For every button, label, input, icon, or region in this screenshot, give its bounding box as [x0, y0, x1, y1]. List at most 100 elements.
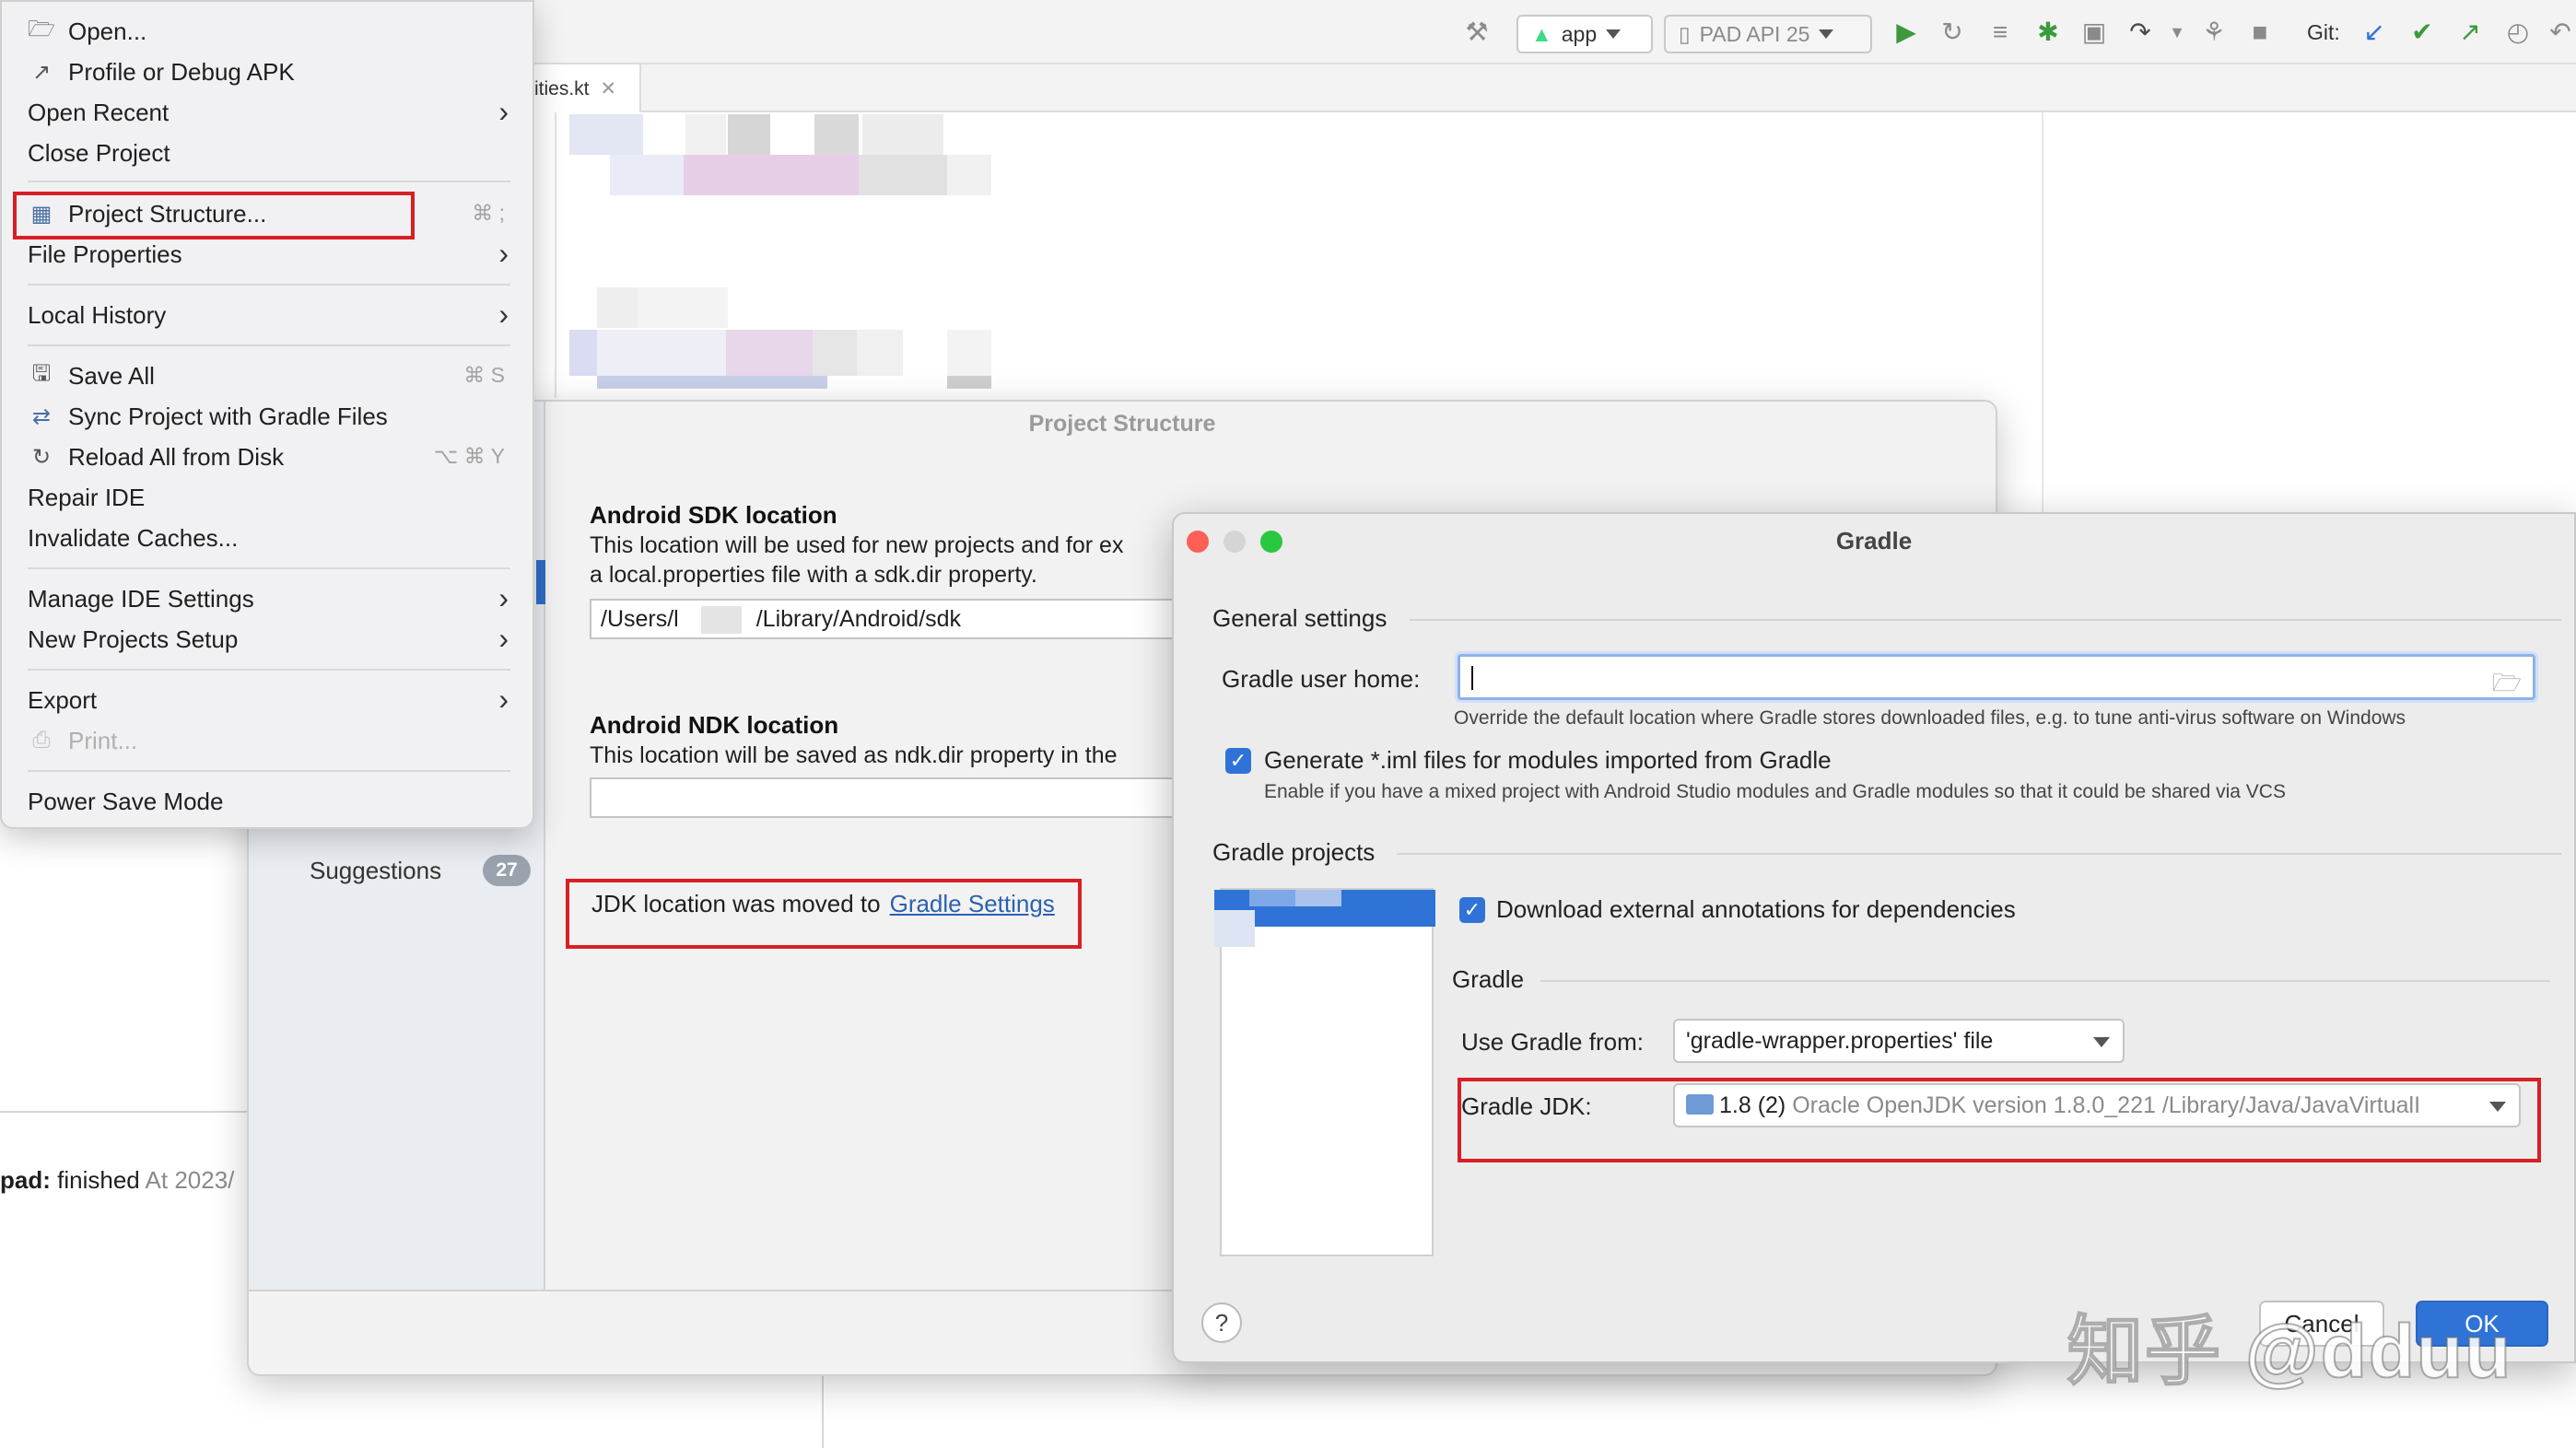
sdk-path-suffix: /Library/Android/sdk [755, 606, 962, 632]
text-cursor [1471, 666, 1473, 690]
git-rollback-icon[interactable]: ↶ [2545, 17, 2576, 48]
section-divider [1410, 619, 2561, 621]
menu-item-save-all[interactable]: 🖫 Save All ⌘ S [2, 356, 536, 396]
apply-changes-icon[interactable]: ↻ [1937, 17, 1968, 48]
gradle-user-home-hint: Override the default location where Grad… [1454, 707, 2406, 729]
menu-item-new-projects-setup[interactable]: New Projects Setup › [2, 619, 536, 660]
sidebar-item-suggestions[interactable]: Suggestions [310, 857, 441, 885]
run-panel-divider [0, 1111, 247, 1113]
generate-iml-hint: Enable if you have a mixed project with … [1264, 781, 2286, 802]
menu-item-close-project[interactable]: Close Project [2, 133, 536, 173]
apply-code-changes-icon[interactable]: ≡ [1985, 17, 2016, 48]
help-button[interactable]: ? [1201, 1302, 1242, 1343]
sidebar-selection-indicator [536, 560, 545, 604]
shortcut-label: ⌘ S [463, 363, 505, 387]
stop-icon[interactable]: ■ [2244, 17, 2276, 48]
folder-icon: 🗁 [28, 16, 55, 41]
chevron-right-icon: › [498, 622, 509, 655]
chevron-down-icon [1606, 29, 1622, 39]
chevron-right-icon: › [498, 581, 509, 614]
close-icon[interactable]: ✕ [601, 78, 617, 99]
run-config-label: app [1561, 21, 1598, 46]
highlight-box-gradle-settings [566, 879, 1082, 949]
menu-separator [28, 181, 510, 182]
file-menu: 🗁 Open... ↗ Profile or Debug APK Open Rece… [0, 0, 534, 829]
menu-separator [28, 284, 510, 286]
build-state-label: finished [57, 1166, 140, 1194]
tool-window-divider [822, 1374, 824, 1448]
generate-iml-checkbox[interactable]: ✓ [1225, 748, 1251, 774]
profile-icon: ↗ [31, 59, 52, 85]
menu-separator [28, 669, 510, 671]
hammer-build-icon[interactable]: ⚒ [1461, 17, 1493, 48]
chevron-right-icon: › [498, 95, 509, 128]
folder-icon[interactable]: 🗁 [2492, 666, 2522, 706]
generate-iml-label: Generate *.iml files for modules importe… [1264, 746, 1832, 774]
git-history-icon[interactable]: ◴ [2502, 17, 2534, 48]
redacted-username [700, 606, 742, 635]
device-select[interactable]: ▯ PAD API 25 [1664, 15, 1872, 53]
menu-item-invalidate-caches[interactable]: Invalidate Caches... [2, 518, 536, 558]
gradle-section-heading: Gradle [1452, 965, 1525, 993]
sdk-location-heading: Android SDK location [590, 501, 837, 529]
device-label: PAD API 25 [1699, 21, 1810, 46]
section-divider [1540, 980, 2550, 982]
gradle-user-home-label: Gradle user home: [1222, 665, 1421, 693]
use-gradle-from-select[interactable]: 'gradle-wrapper.properties' file [1673, 1019, 2125, 1063]
git-commit-icon[interactable]: ✔ [2406, 17, 2438, 48]
sdk-location-description: This location will be used for new proje… [590, 532, 1124, 558]
run-with-coverage-icon[interactable]: ↷ [2125, 17, 2156, 48]
menu-separator [28, 344, 510, 346]
sdk-location-description-2: a local.properties file with a sdk.dir p… [590, 562, 1037, 588]
menu-item-repair-ide[interactable]: Repair IDE [2, 477, 536, 518]
menu-item-file-properties[interactable]: File Properties › [2, 234, 536, 274]
profile-icon[interactable]: ▣ [2078, 17, 2110, 48]
attach-debugger-icon[interactable]: ⚘ [2198, 17, 2230, 48]
editor-right-margin-guide [2042, 112, 2043, 527]
menu-item-power-save-mode[interactable]: Power Save Mode [2, 781, 536, 822]
gradle-user-home-input[interactable]: 🗁 [1458, 654, 2535, 700]
device-icon: ▯ [1679, 21, 1691, 46]
gradle-projects-heading: Gradle projects [1212, 838, 1376, 866]
editor-tab[interactable]: ities.kt ✕ [534, 64, 641, 112]
section-divider [1397, 853, 2561, 855]
shortcut-label: ⌥ ⌘ Y [433, 444, 505, 468]
build-task-label: pad: [0, 1166, 51, 1194]
chevron-down-icon[interactable]: ▼ [2161, 17, 2193, 48]
menu-item-open-recent[interactable]: Open Recent › [2, 92, 536, 133]
menu-item-open[interactable]: 🗁 Open... [2, 11, 536, 52]
shortcut-label: ⌘ ; [472, 201, 505, 225]
menu-item-export[interactable]: Export › [2, 680, 536, 720]
editor-gutter [555, 112, 556, 398]
git-push-icon[interactable]: ↗ [2454, 17, 2486, 48]
android-icon: ▲ [1531, 21, 1552, 46]
ndk-location-heading: Android NDK location [590, 711, 839, 739]
chevron-right-icon: › [498, 298, 509, 331]
dialog-title: Gradle [1835, 527, 1913, 555]
menu-item-sync-gradle[interactable]: ⇄ Sync Project with Gradle Files [2, 396, 536, 437]
menu-item-reload-from-disk[interactable]: ↻ Reload All from Disk ⌥ ⌘ Y [2, 437, 536, 477]
menu-separator [28, 770, 510, 772]
use-gradle-from-value: 'gradle-wrapper.properties' file [1686, 1028, 1994, 1054]
use-gradle-from-label: Use Gradle from: [1461, 1028, 1644, 1056]
build-status-line: pad: finished At 2023/ [0, 1166, 234, 1195]
run-configuration-select[interactable]: ▲ app [1516, 15, 1653, 53]
menu-item-profile-debug-apk[interactable]: ↗ Profile or Debug APK [2, 52, 536, 92]
gradle-projects-list[interactable] [1214, 888, 1435, 1256]
download-annotations-checkbox[interactable]: ✓ [1459, 897, 1485, 923]
run-icon[interactable]: ▶ [1891, 17, 1922, 48]
download-annotations-label: Download external annotations for depend… [1496, 895, 2016, 923]
menu-item-manage-ide-settings[interactable]: Manage IDE Settings › [2, 578, 536, 619]
highlight-box-gradle-jdk [1458, 1078, 2541, 1162]
editor-tab-label: ities.kt [534, 78, 590, 99]
suggestions-count-badge: 27 [483, 855, 531, 886]
gradle-settings-dialog: Gradle General settings Gradle user home… [1172, 512, 2576, 1363]
print-icon: ⎙ [32, 728, 51, 753]
sdk-path-prefix: /Users/l [601, 606, 679, 632]
debug-icon[interactable]: ✱ [2032, 17, 2064, 48]
chevron-down-icon [1819, 29, 1834, 39]
git-update-icon[interactable]: ↙ [2359, 17, 2390, 48]
menu-item-local-history[interactable]: Local History › [2, 295, 536, 335]
git-label: Git: [2307, 20, 2340, 44]
chevron-down-icon [2093, 1037, 2110, 1047]
